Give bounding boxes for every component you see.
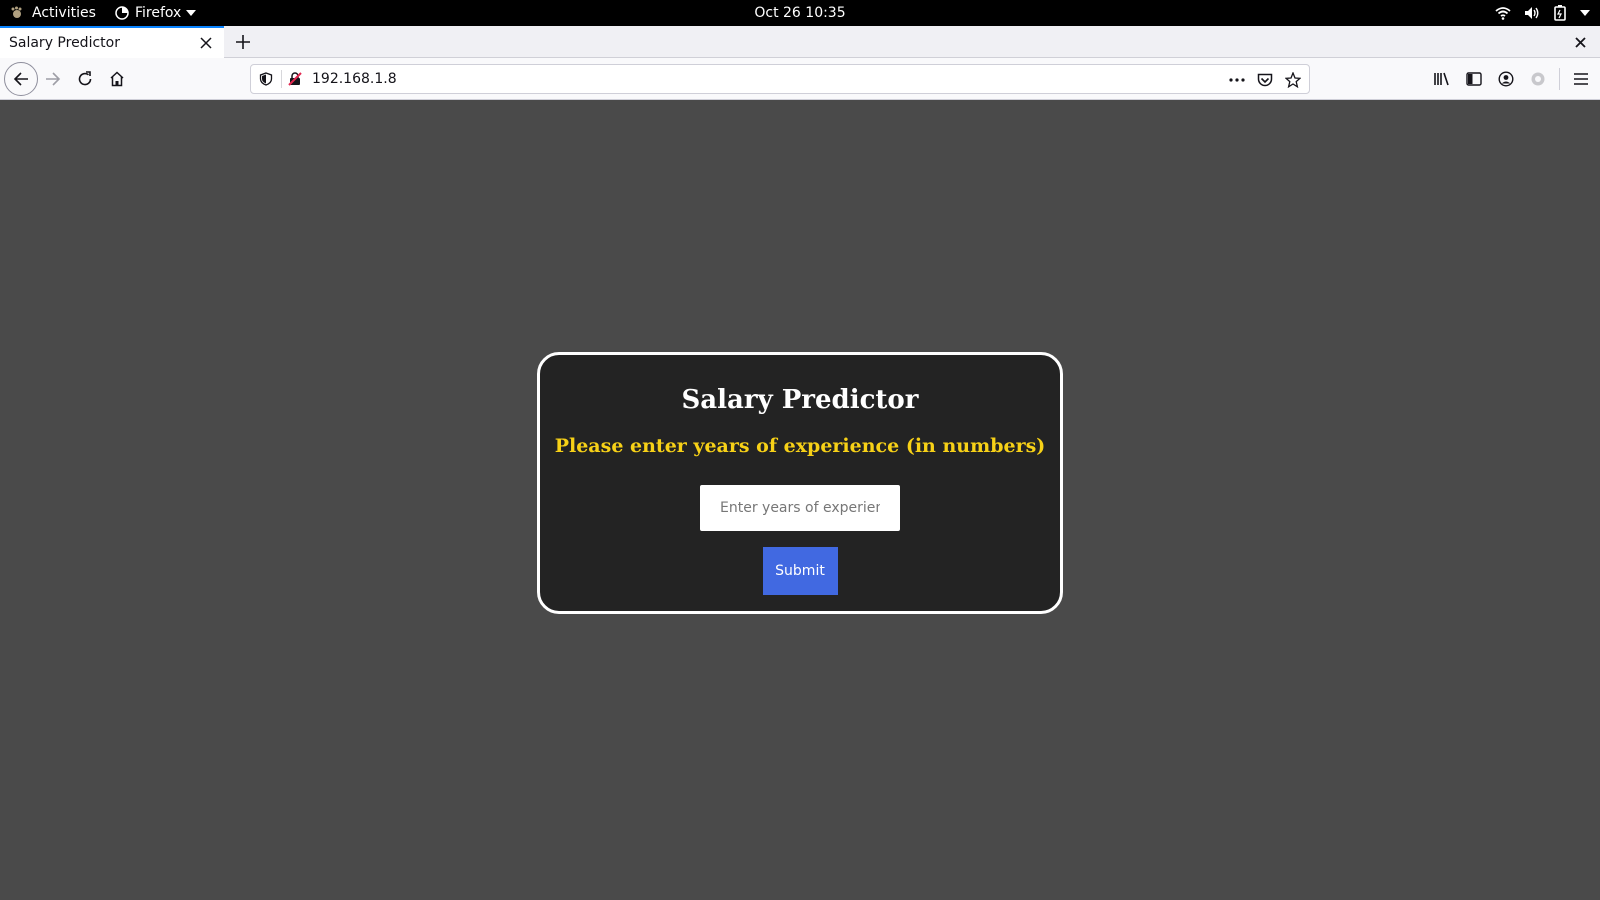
sidebar-toggle-icon[interactable]	[1463, 68, 1485, 90]
hamburger-menu-icon[interactable]	[1570, 68, 1592, 90]
pocket-icon[interactable]	[1255, 70, 1275, 90]
bookmark-star-icon[interactable]	[1283, 70, 1303, 90]
system-menu-chevron-icon	[1580, 10, 1590, 16]
instructions-text: Please enter years of experience (in num…	[554, 435, 1046, 457]
home-icon	[110, 71, 124, 87]
firefox-icon	[115, 6, 129, 20]
extension-icon[interactable]	[1527, 68, 1549, 90]
tab-title: Salary Predictor	[9, 35, 120, 51]
firefox-app-menu[interactable]: Firefox	[115, 0, 197, 26]
battery-icon	[1554, 5, 1566, 21]
app-menu-label: Firefox	[135, 5, 182, 21]
page-viewport: Salary Predictor Please enter years of e…	[0, 100, 1600, 900]
window-close-button[interactable]	[1572, 34, 1588, 50]
experience-input[interactable]	[700, 485, 900, 531]
page-title: Salary Predictor	[681, 385, 919, 415]
forward-button[interactable]	[37, 63, 69, 95]
activities-button[interactable]: Activities	[10, 0, 96, 26]
predictor-card: Salary Predictor Please enter years of e…	[537, 352, 1063, 614]
page-actions-icon[interactable]	[1227, 70, 1247, 90]
insecure-connection-icon[interactable]	[286, 70, 304, 88]
library-icon[interactable]	[1431, 68, 1453, 90]
system-top-bar: Activities Firefox Oct 26 10:35	[0, 0, 1600, 26]
back-arrow-icon	[13, 72, 28, 86]
system-tray[interactable]	[1495, 0, 1590, 26]
close-icon	[1574, 36, 1586, 48]
chevron-down-icon	[186, 10, 197, 16]
navigation-toolbar: 192.168.1.8	[0, 58, 1600, 100]
tab-salary-predictor[interactable]: Salary Predictor	[0, 26, 224, 58]
back-button[interactable]	[4, 62, 38, 96]
home-button[interactable]	[101, 63, 133, 95]
reload-icon	[78, 71, 92, 86]
activities-label: Activities	[32, 5, 96, 21]
tracking-protection-shield-icon[interactable]	[257, 70, 275, 88]
close-tab-icon[interactable]	[198, 35, 214, 51]
reload-button[interactable]	[69, 63, 101, 95]
new-tab-button[interactable]	[232, 31, 254, 53]
wifi-icon	[1495, 7, 1511, 20]
volume-icon	[1525, 7, 1539, 19]
url-text[interactable]: 192.168.1.8	[312, 71, 397, 87]
plus-icon	[236, 35, 250, 49]
clock[interactable]: Oct 26 10:35	[754, 5, 845, 21]
forward-arrow-icon	[46, 72, 61, 86]
url-separator	[281, 70, 282, 88]
tab-strip: Salary Predictor	[0, 26, 1600, 58]
address-bar[interactable]: 192.168.1.8	[250, 64, 1310, 94]
toolbar-divider	[1559, 68, 1560, 90]
account-icon[interactable]	[1495, 68, 1517, 90]
submit-button[interactable]: Submit	[762, 547, 838, 595]
gnome-foot-icon	[11, 6, 22, 18]
